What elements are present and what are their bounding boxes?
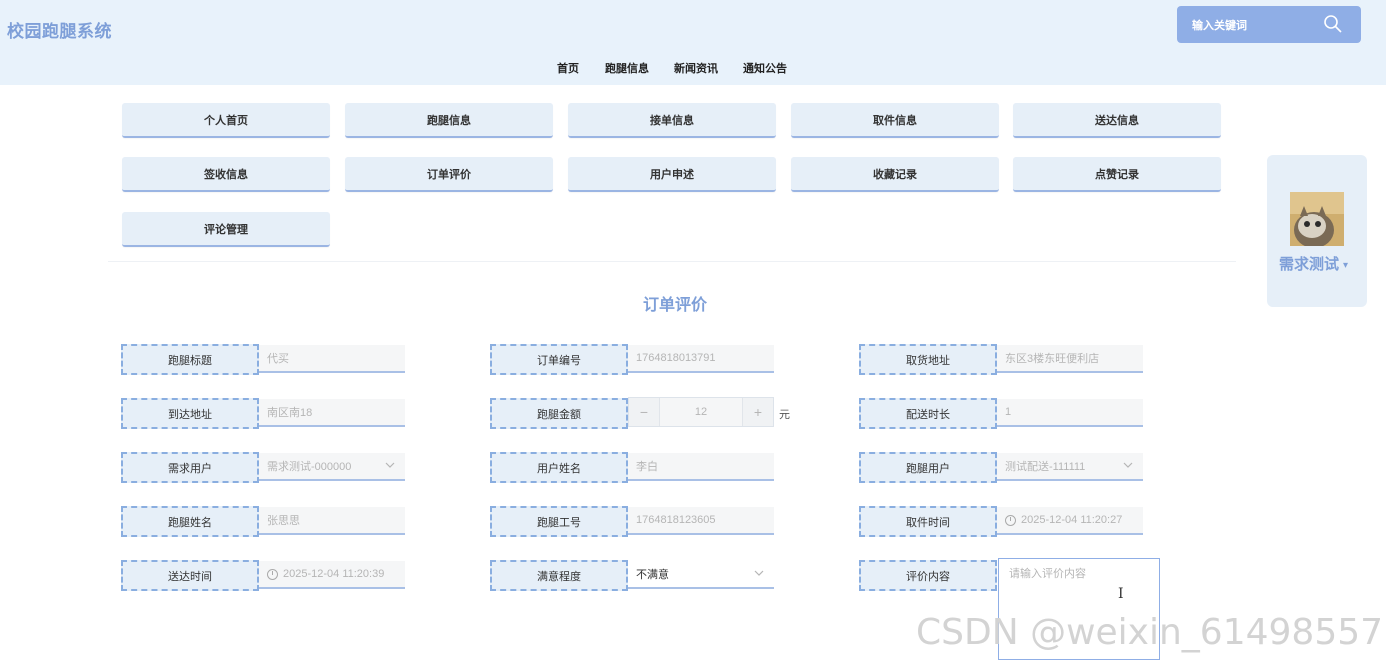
nav-home[interactable]: 首页 (557, 60, 579, 76)
menu-comment-manage[interactable]: 评论管理 (122, 212, 330, 247)
order-number-label: 订单编号 (490, 344, 628, 375)
errand-title-label: 跑腿标题 (121, 344, 259, 375)
pickup-time-field[interactable]: 2025-12-04 11:20:27 (997, 507, 1143, 535)
user-realname-label: 用户姓名 (490, 452, 628, 483)
review-content-label: 评价内容 (859, 560, 997, 591)
runner-user-select[interactable]: 测试配送-111111 (997, 453, 1143, 481)
section-divider (108, 261, 1236, 262)
runner-id-field[interactable]: 1764818123605 (628, 507, 774, 535)
menu-pickup-info[interactable]: 取件信息 (791, 103, 999, 138)
menu-errand-info[interactable]: 跑腿信息 (345, 103, 553, 138)
satisfaction-select[interactable]: 不满意 (628, 561, 774, 589)
pickup-address-field[interactable]: 东区3楼东旺便利店 (997, 345, 1143, 373)
runner-user-label: 跑腿用户 (859, 452, 997, 483)
order-number-field[interactable]: 1764818013791 (628, 345, 774, 373)
amount-value[interactable]: 12 (659, 406, 743, 418)
pickup-time-value: 2025-12-04 11:20:27 (1021, 514, 1123, 526)
search-input[interactable]: 输入关键词 (1192, 17, 1247, 33)
nav-notice[interactable]: 通知公告 (743, 60, 787, 76)
nav-errand-info[interactable]: 跑腿信息 (605, 60, 649, 76)
runner-name-label: 跑腿姓名 (121, 506, 259, 537)
nav-news[interactable]: 新闻资讯 (674, 60, 718, 76)
destination-label: 到达地址 (121, 398, 259, 429)
clock-icon (1005, 514, 1016, 526)
decrement-button[interactable]: − (629, 398, 660, 426)
increment-button[interactable]: + (742, 398, 773, 426)
menu-order-review[interactable]: 订单评价 (345, 157, 553, 192)
pickup-time-label: 取件时间 (859, 506, 997, 537)
runner-id-label: 跑腿工号 (490, 506, 628, 537)
pickup-address-label: 取货地址 (859, 344, 997, 375)
destination-field[interactable]: 南区南18 (259, 399, 405, 427)
site-brand[interactable]: 校园跑腿系统 (7, 17, 112, 42)
header-bar: 校园跑腿系统 输入关键词 首页 跑腿信息 新闻资讯 通知公告 (0, 0, 1386, 85)
menu-signed-info[interactable]: 签收信息 (122, 157, 330, 192)
main-nav: 首页 跑腿信息 新闻资讯 通知公告 (0, 60, 1386, 76)
chevron-down-icon (385, 462, 395, 468)
user-name: 需求测试 (1279, 256, 1340, 273)
menu-favorites[interactable]: 收藏记录 (791, 157, 999, 192)
amount-label: 跑腿金额 (490, 398, 628, 429)
chevron-down-icon (754, 570, 764, 576)
delivery-duration-field[interactable]: 1 (997, 399, 1143, 427)
requester-select[interactable]: 需求测试-000000 (259, 453, 405, 481)
satisfaction-value: 不满意 (636, 569, 669, 581)
menu-user-appeal[interactable]: 用户申述 (568, 157, 776, 192)
requester-value: 需求测试-000000 (267, 461, 352, 473)
user-profile-card: 需求测试 ▾ (1267, 155, 1367, 307)
requester-label: 需求用户 (121, 452, 259, 483)
caret-down-icon: ▾ (1343, 259, 1349, 271)
delivery-time-field[interactable]: 2025-12-04 11:20:39 (259, 561, 405, 589)
amount-unit: 元 (779, 409, 790, 421)
delivery-time-label: 送达时间 (121, 560, 259, 591)
user-name-dropdown[interactable]: 需求测试 ▾ (1279, 253, 1348, 274)
menu-likes[interactable]: 点赞记录 (1013, 157, 1221, 192)
avatar[interactable] (1290, 192, 1344, 246)
search-box[interactable]: 输入关键词 (1177, 6, 1361, 43)
search-icon[interactable] (1323, 14, 1343, 34)
menu-delivery-info[interactable]: 送达信息 (1013, 103, 1221, 138)
user-realname-field[interactable]: 李白 (628, 453, 774, 481)
clock-icon (267, 568, 278, 580)
errand-title-field[interactable]: 代买 (259, 345, 405, 373)
satisfaction-label: 满意程度 (490, 560, 628, 591)
form-title: 订单评价 (642, 297, 707, 314)
delivery-time-value: 2025-12-04 11:20:39 (283, 568, 385, 580)
menu-accept-info[interactable]: 接单信息 (568, 103, 776, 138)
delivery-duration-label: 配送时长 (859, 398, 997, 429)
runner-user-value: 测试配送-111111 (1005, 461, 1086, 473)
text-cursor-icon: I (1118, 586, 1124, 602)
amount-stepper[interactable]: − 12 + (628, 397, 774, 427)
runner-name-field[interactable]: 张思思 (259, 507, 405, 535)
menu-personal-home[interactable]: 个人首页 (122, 103, 330, 138)
chevron-down-icon (1123, 462, 1133, 468)
watermark: CSDN @weixin_61498557 (916, 612, 1384, 653)
